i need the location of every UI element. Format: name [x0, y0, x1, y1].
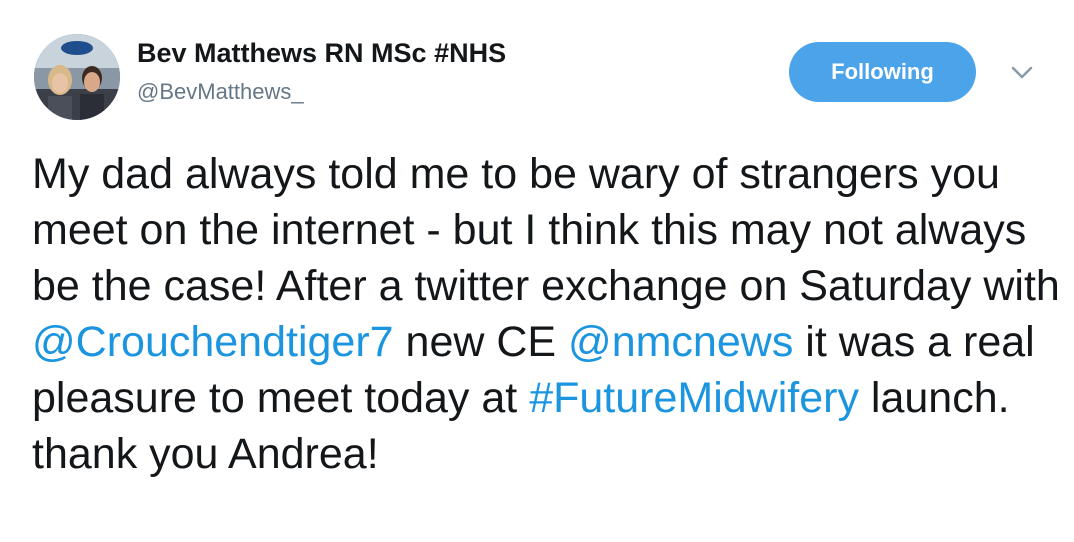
- avatar-photo: [34, 34, 120, 120]
- tweet-text-segment: My dad always told me to be wary of stra…: [32, 150, 1060, 310]
- user-handle[interactable]: @BevMatthews_: [137, 78, 304, 106]
- chevron-down-icon[interactable]: [1010, 64, 1034, 82]
- avatar[interactable]: [34, 34, 120, 120]
- following-button[interactable]: Following: [789, 42, 976, 102]
- display-name[interactable]: Bev Matthews RN MSc #NHS: [137, 36, 506, 70]
- tweet-text: My dad always told me to be wary of stra…: [32, 146, 1062, 482]
- mention-link[interactable]: @nmcnews: [568, 318, 793, 366]
- tweet-text-segment: new CE: [393, 318, 569, 366]
- hashtag-link[interactable]: #FutureMidwifery: [529, 374, 859, 422]
- mention-link[interactable]: @Crouchendtiger7: [32, 318, 394, 366]
